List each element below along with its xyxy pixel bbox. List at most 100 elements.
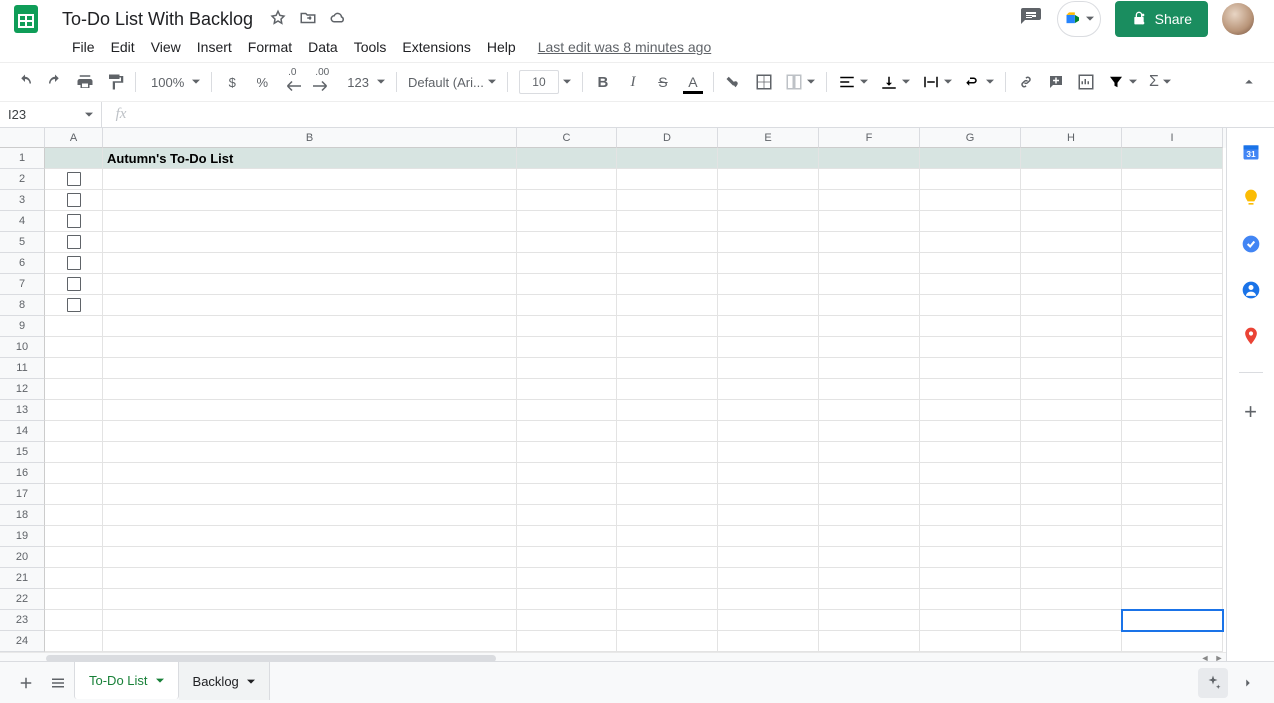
- contacts-addon-icon[interactable]: [1241, 280, 1261, 300]
- formula-input[interactable]: [140, 103, 1274, 127]
- all-sheets-button[interactable]: [42, 667, 74, 699]
- cell-C22[interactable]: [517, 589, 617, 610]
- text-color-button[interactable]: A: [679, 68, 707, 96]
- column-header-F[interactable]: F: [819, 128, 920, 148]
- cell-E21[interactable]: [718, 568, 819, 589]
- cell-F15[interactable]: [819, 442, 920, 463]
- cell-F18[interactable]: [819, 505, 920, 526]
- cell-A10[interactable]: [45, 337, 103, 358]
- cell-D6[interactable]: [617, 253, 718, 274]
- cell-B10[interactable]: [103, 337, 517, 358]
- cell-H5[interactable]: [1021, 232, 1122, 253]
- last-edit-link[interactable]: Last edit was 8 minutes ago: [538, 39, 712, 55]
- cell-G13[interactable]: [920, 400, 1021, 421]
- select-all-corner[interactable]: [0, 128, 45, 148]
- cell-C15[interactable]: [517, 442, 617, 463]
- cell-D15[interactable]: [617, 442, 718, 463]
- font-family-dropdown[interactable]: Default (Ari...: [402, 69, 502, 95]
- row-header-17[interactable]: 17: [0, 484, 45, 505]
- cell-C3[interactable]: [517, 190, 617, 211]
- cell-F24[interactable]: [819, 631, 920, 652]
- cell-G12[interactable]: [920, 379, 1021, 400]
- cell-E13[interactable]: [718, 400, 819, 421]
- italic-button[interactable]: I: [619, 68, 647, 96]
- font-size-dropdown[interactable]: 10: [513, 69, 577, 95]
- row-header-13[interactable]: 13: [0, 400, 45, 421]
- column-header-D[interactable]: D: [617, 128, 718, 148]
- cell-A3[interactable]: [45, 190, 103, 211]
- cell-B4[interactable]: [103, 211, 517, 232]
- cell-G16[interactable]: [920, 463, 1021, 484]
- cell-B15[interactable]: [103, 442, 517, 463]
- cell-E11[interactable]: [718, 358, 819, 379]
- cell-F4[interactable]: [819, 211, 920, 232]
- cell-A12[interactable]: [45, 379, 103, 400]
- maps-addon-icon[interactable]: [1241, 326, 1261, 346]
- row-header-6[interactable]: 6: [0, 253, 45, 274]
- text-wrap-dropdown[interactable]: [916, 69, 958, 95]
- cell-A6[interactable]: [45, 253, 103, 274]
- column-header-E[interactable]: E: [718, 128, 819, 148]
- column-header-I[interactable]: I: [1122, 128, 1223, 148]
- cell-I4[interactable]: [1122, 211, 1223, 232]
- print-button[interactable]: [71, 68, 99, 96]
- cell-I18[interactable]: [1122, 505, 1223, 526]
- format-percent-button[interactable]: %: [248, 68, 276, 96]
- cell-H13[interactable]: [1021, 400, 1122, 421]
- cell-F7[interactable]: [819, 274, 920, 295]
- horizontal-align-dropdown[interactable]: [832, 69, 874, 95]
- cell-E12[interactable]: [718, 379, 819, 400]
- cell-C17[interactable]: [517, 484, 617, 505]
- format-currency-button[interactable]: $: [218, 68, 246, 96]
- cell-I20[interactable]: [1122, 547, 1223, 568]
- cell-I2[interactable]: [1122, 169, 1223, 190]
- cell-B23[interactable]: [103, 610, 517, 631]
- cell-A4[interactable]: [45, 211, 103, 232]
- cell-G5[interactable]: [920, 232, 1021, 253]
- cell-F22[interactable]: [819, 589, 920, 610]
- cell-D2[interactable]: [617, 169, 718, 190]
- cell-B12[interactable]: [103, 379, 517, 400]
- cell-E20[interactable]: [718, 547, 819, 568]
- sheet-tab-menu-icon[interactable]: [156, 673, 164, 688]
- cell-E16[interactable]: [718, 463, 819, 484]
- cell-D7[interactable]: [617, 274, 718, 295]
- cell-A8[interactable]: [45, 295, 103, 316]
- cell-E4[interactable]: [718, 211, 819, 232]
- collapse-toolbar-button[interactable]: [1235, 68, 1263, 96]
- insert-comment-button[interactable]: [1042, 68, 1070, 96]
- cell-G21[interactable]: [920, 568, 1021, 589]
- checkbox-icon[interactable]: [67, 298, 81, 312]
- cell-G8[interactable]: [920, 295, 1021, 316]
- cell-I3[interactable]: [1122, 190, 1223, 211]
- cell-G10[interactable]: [920, 337, 1021, 358]
- redo-button[interactable]: [41, 68, 69, 96]
- cell-B3[interactable]: [103, 190, 517, 211]
- meet-button[interactable]: [1057, 1, 1101, 37]
- cell-A11[interactable]: [45, 358, 103, 379]
- cell-C19[interactable]: [517, 526, 617, 547]
- keep-addon-icon[interactable]: [1241, 188, 1261, 208]
- cell-B1[interactable]: Autumn's To-Do List: [103, 148, 517, 169]
- row-header-16[interactable]: 16: [0, 463, 45, 484]
- sheets-app-icon[interactable]: [10, 3, 42, 35]
- row-header-7[interactable]: 7: [0, 274, 45, 295]
- account-avatar[interactable]: [1222, 3, 1254, 35]
- cell-F6[interactable]: [819, 253, 920, 274]
- decrease-decimal-button[interactable]: .0: [278, 68, 306, 96]
- cell-D23[interactable]: [617, 610, 718, 631]
- cell-D16[interactable]: [617, 463, 718, 484]
- strikethrough-button[interactable]: S: [649, 68, 677, 96]
- cell-D1[interactable]: [617, 148, 718, 169]
- cell-B5[interactable]: [103, 232, 517, 253]
- undo-button[interactable]: [11, 68, 39, 96]
- row-header-19[interactable]: 19: [0, 526, 45, 547]
- add-sheet-button[interactable]: [10, 667, 42, 699]
- cell-D3[interactable]: [617, 190, 718, 211]
- cell-F3[interactable]: [819, 190, 920, 211]
- cell-C4[interactable]: [517, 211, 617, 232]
- cell-G24[interactable]: [920, 631, 1021, 652]
- cell-F12[interactable]: [819, 379, 920, 400]
- cell-B21[interactable]: [103, 568, 517, 589]
- cell-G1[interactable]: [920, 148, 1021, 169]
